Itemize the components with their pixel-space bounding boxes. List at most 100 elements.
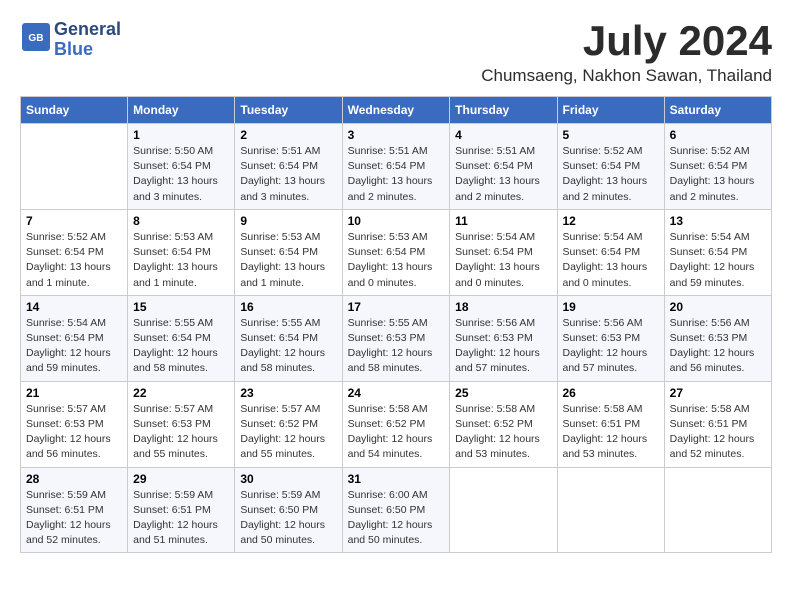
day-number: 23	[240, 386, 336, 400]
day-number: 21	[26, 386, 122, 400]
calendar-week-row: 28 Sunrise: 5:59 AM Sunset: 6:51 PM Dayli…	[21, 467, 772, 553]
day-info: Sunrise: 5:54 AM Sunset: 6:54 PM Dayligh…	[455, 230, 551, 291]
day-number: 11	[455, 214, 551, 228]
day-info: Sunrise: 5:52 AM Sunset: 6:54 PM Dayligh…	[26, 230, 122, 291]
day-info: Sunrise: 5:53 AM Sunset: 6:54 PM Dayligh…	[240, 230, 336, 291]
weekday-header: Tuesday	[235, 97, 342, 124]
calendar-cell: 20 Sunrise: 5:56 AM Sunset: 6:53 PM Dayli…	[664, 295, 771, 381]
day-number: 15	[133, 300, 229, 314]
calendar-cell: 28 Sunrise: 5:59 AM Sunset: 6:51 PM Dayli…	[21, 467, 128, 553]
calendar-cell: 11 Sunrise: 5:54 AM Sunset: 6:54 PM Dayli…	[450, 209, 557, 295]
day-info: Sunrise: 5:53 AM Sunset: 6:54 PM Dayligh…	[133, 230, 229, 291]
logo-line2: Blue	[54, 39, 93, 59]
weekday-header: Wednesday	[342, 97, 450, 124]
calendar-cell: 4Sunrise: 5:51 AM Sunset: 6:54 PM Daylig…	[450, 124, 557, 210]
day-number: 7	[26, 214, 122, 228]
logo-icon: GB	[22, 23, 50, 51]
title-block: July 2024 Chumsaeng, Nakhon Sawan, Thail…	[481, 20, 772, 86]
calendar-cell: 12Sunrise: 5:54 AM Sunset: 6:54 PM Dayli…	[557, 209, 664, 295]
weekday-header: Monday	[128, 97, 235, 124]
day-number: 24	[348, 386, 445, 400]
day-info: Sunrise: 5:59 AM Sunset: 6:50 PM Dayligh…	[240, 488, 336, 549]
calendar-cell: 29Sunrise: 5:59 AM Sunset: 6:51 PM Dayli…	[128, 467, 235, 553]
day-info: Sunrise: 5:56 AM Sunset: 6:53 PM Dayligh…	[670, 316, 766, 377]
calendar-table: SundayMondayTuesdayWednesdayThursdayFrid…	[20, 96, 772, 553]
day-info: Sunrise: 5:53 AM Sunset: 6:54 PM Dayligh…	[348, 230, 445, 291]
day-number: 6	[670, 128, 766, 142]
day-number: 13	[670, 214, 766, 228]
day-number: 12	[563, 214, 659, 228]
location: Chumsaeng, Nakhon Sawan, Thailand	[481, 66, 772, 86]
day-number: 10	[348, 214, 445, 228]
weekday-header: Sunday	[21, 97, 128, 124]
calendar-week-row: 1Sunrise: 5:50 AM Sunset: 6:54 PM Daylig…	[21, 124, 772, 210]
day-number: 9	[240, 214, 336, 228]
calendar-cell: 8Sunrise: 5:53 AM Sunset: 6:54 PM Daylig…	[128, 209, 235, 295]
day-number: 4	[455, 128, 551, 142]
day-number: 25	[455, 386, 551, 400]
day-number: 19	[563, 300, 659, 314]
calendar-cell: 13 Sunrise: 5:54 AM Sunset: 6:54 PM Dayli…	[664, 209, 771, 295]
day-info: Sunrise: 5:51 AM Sunset: 6:54 PM Dayligh…	[240, 144, 336, 205]
calendar-cell: 5 Sunrise: 5:52 AM Sunset: 6:54 PM Daylig…	[557, 124, 664, 210]
calendar-cell: 2 Sunrise: 5:51 AM Sunset: 6:54 PM Daylig…	[235, 124, 342, 210]
svg-text:GB: GB	[28, 33, 43, 44]
day-info: Sunrise: 5:55 AM Sunset: 6:54 PM Dayligh…	[133, 316, 229, 377]
calendar-cell: 23 Sunrise: 5:57 AM Sunset: 6:52 PM Dayli…	[235, 381, 342, 467]
day-info: Sunrise: 5:52 AM Sunset: 6:54 PM Dayligh…	[563, 144, 659, 205]
day-number: 17	[348, 300, 445, 314]
day-info: Sunrise: 5:54 AM Sunset: 6:54 PM Dayligh…	[670, 230, 766, 291]
day-number: 30	[240, 472, 336, 486]
calendar-cell: 9 Sunrise: 5:53 AM Sunset: 6:54 PM Daylig…	[235, 209, 342, 295]
day-info: Sunrise: 5:58 AM Sunset: 6:52 PM Dayligh…	[348, 402, 445, 463]
calendar-cell: 15 Sunrise: 5:55 AM Sunset: 6:54 PM Dayli…	[128, 295, 235, 381]
day-number: 14	[26, 300, 122, 314]
day-number: 26	[563, 386, 659, 400]
day-number: 31	[348, 472, 445, 486]
calendar-week-row: 21 Sunrise: 5:57 AM Sunset: 6:53 PM Dayli…	[21, 381, 772, 467]
calendar-cell: 7 Sunrise: 5:52 AM Sunset: 6:54 PM Daylig…	[21, 209, 128, 295]
day-number: 28	[26, 472, 122, 486]
calendar-week-row: 14Sunrise: 5:54 AM Sunset: 6:54 PM Dayli…	[21, 295, 772, 381]
calendar-header-row: SundayMondayTuesdayWednesdayThursdayFrid…	[21, 97, 772, 124]
calendar-cell: 6 Sunrise: 5:52 AM Sunset: 6:54 PM Daylig…	[664, 124, 771, 210]
day-number: 2	[240, 128, 336, 142]
day-number: 16	[240, 300, 336, 314]
calendar-cell: 14Sunrise: 5:54 AM Sunset: 6:54 PM Dayli…	[21, 295, 128, 381]
calendar-cell: 31 Sunrise: 6:00 AM Sunset: 6:50 PM Dayli…	[342, 467, 450, 553]
calendar-cell: 27Sunrise: 5:58 AM Sunset: 6:51 PM Dayli…	[664, 381, 771, 467]
logo-line1: General	[54, 19, 121, 39]
calendar-cell: 17 Sunrise: 5:55 AM Sunset: 6:53 PM Dayli…	[342, 295, 450, 381]
calendar-cell: 22 Sunrise: 5:57 AM Sunset: 6:53 PM Dayli…	[128, 381, 235, 467]
day-info: Sunrise: 5:58 AM Sunset: 6:52 PM Dayligh…	[455, 402, 551, 463]
day-info: Sunrise: 5:56 AM Sunset: 6:53 PM Dayligh…	[563, 316, 659, 377]
day-info: Sunrise: 5:57 AM Sunset: 6:52 PM Dayligh…	[240, 402, 336, 463]
day-number: 20	[670, 300, 766, 314]
day-number: 22	[133, 386, 229, 400]
weekday-header: Friday	[557, 97, 664, 124]
day-info: Sunrise: 5:52 AM Sunset: 6:54 PM Dayligh…	[670, 144, 766, 205]
calendar-body: 1Sunrise: 5:50 AM Sunset: 6:54 PM Daylig…	[21, 124, 772, 553]
calendar-cell	[557, 467, 664, 553]
day-number: 5	[563, 128, 659, 142]
calendar-week-row: 7 Sunrise: 5:52 AM Sunset: 6:54 PM Daylig…	[21, 209, 772, 295]
month-year: July 2024	[481, 20, 772, 62]
day-info: Sunrise: 5:55 AM Sunset: 6:53 PM Dayligh…	[348, 316, 445, 377]
calendar-cell: 10 Sunrise: 5:53 AM Sunset: 6:54 PM Dayli…	[342, 209, 450, 295]
day-number: 29	[133, 472, 229, 486]
day-info: Sunrise: 5:57 AM Sunset: 6:53 PM Dayligh…	[133, 402, 229, 463]
calendar-cell	[664, 467, 771, 553]
calendar-cell: 18Sunrise: 5:56 AM Sunset: 6:53 PM Dayli…	[450, 295, 557, 381]
calendar-cell: 1Sunrise: 5:50 AM Sunset: 6:54 PM Daylig…	[128, 124, 235, 210]
day-number: 1	[133, 128, 229, 142]
day-info: Sunrise: 5:57 AM Sunset: 6:53 PM Dayligh…	[26, 402, 122, 463]
day-info: Sunrise: 5:55 AM Sunset: 6:54 PM Dayligh…	[240, 316, 336, 377]
calendar-cell: 24 Sunrise: 5:58 AM Sunset: 6:52 PM Dayli…	[342, 381, 450, 467]
day-info: Sunrise: 6:00 AM Sunset: 6:50 PM Dayligh…	[348, 488, 445, 549]
calendar-cell: 30 Sunrise: 5:59 AM Sunset: 6:50 PM Dayli…	[235, 467, 342, 553]
day-number: 18	[455, 300, 551, 314]
weekday-header: Saturday	[664, 97, 771, 124]
day-info: Sunrise: 5:59 AM Sunset: 6:51 PM Dayligh…	[26, 488, 122, 549]
calendar-cell: 19 Sunrise: 5:56 AM Sunset: 6:53 PM Dayli…	[557, 295, 664, 381]
calendar-cell	[21, 124, 128, 210]
